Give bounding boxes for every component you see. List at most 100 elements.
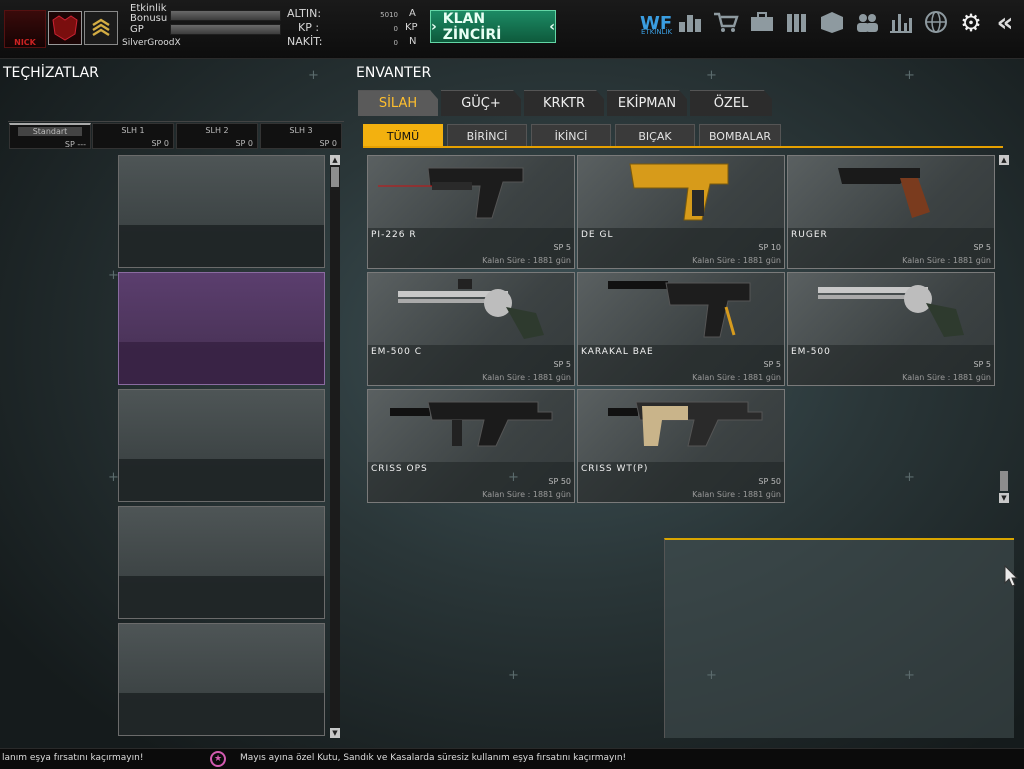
item-remaining-time: Kalan Süre : 1881 gün bbox=[692, 490, 781, 499]
revolver-scope-icon bbox=[398, 279, 544, 339]
loadout-tab-slh3[interactable]: SLH 3 SP 0 bbox=[260, 123, 342, 149]
golden-pistol-icon bbox=[629, 163, 729, 221]
inventory-item-pi226r[interactable]: PI-226 R SP 5 Kalan Süre : 1881 gün bbox=[367, 155, 575, 269]
globe-icon[interactable] bbox=[921, 10, 951, 36]
item-remaining-time: Kalan Süre : 1881 gün bbox=[482, 373, 571, 382]
inventory-briefcase-icon[interactable] bbox=[747, 10, 777, 36]
pistol-icon bbox=[378, 167, 524, 219]
event-bonus-label: Etkinlik Bonusu bbox=[130, 3, 168, 24]
subtab-secondary[interactable]: İKİNCİ bbox=[531, 124, 611, 148]
chevron-right-icon: › bbox=[431, 18, 437, 35]
cash-value: 0 bbox=[393, 39, 398, 47]
inventory-item-em500[interactable]: EM-500 SP 5 Kalan Süre : 1881 gün bbox=[787, 272, 995, 386]
gp-bar bbox=[170, 24, 281, 35]
plus-marker-icon: + bbox=[904, 470, 915, 485]
inventory-item-criss-wtp[interactable]: CRISS WT(P) SP 50 Kalan Süre : 1881 gün bbox=[577, 389, 785, 503]
rank-chevron-icon bbox=[84, 11, 118, 45]
crate-box-icon[interactable] bbox=[817, 10, 847, 36]
gold-label: ALTIN: bbox=[287, 7, 322, 20]
plus-marker-icon: + bbox=[108, 268, 119, 283]
left-divider bbox=[8, 121, 344, 122]
item-remaining-time: Kalan Süre : 1881 gün bbox=[482, 256, 571, 265]
subtab-primary[interactable]: BİRİNCİ bbox=[447, 124, 527, 148]
tab-equipment[interactable]: EKİPMAN bbox=[607, 90, 687, 116]
silenced-pistol-icon bbox=[608, 281, 751, 338]
item-name: CRISS OPS bbox=[371, 464, 428, 474]
equipment-slot-knife[interactable] bbox=[118, 389, 325, 502]
scroll-down-icon[interactable]: ▼ bbox=[999, 493, 1009, 503]
ammo-icon[interactable] bbox=[782, 10, 812, 36]
gp-label: GP bbox=[130, 24, 144, 35]
equipment-slot-primary[interactable] bbox=[118, 155, 325, 268]
cash-label: NAKİT: bbox=[287, 35, 323, 48]
scroll-thumb[interactable] bbox=[1000, 471, 1008, 491]
inventory-item-ruger[interactable]: RUGER SP 5 Kalan Süre : 1881 gün bbox=[787, 155, 995, 269]
friends-icon[interactable] bbox=[852, 10, 882, 36]
tab-name: Standart bbox=[18, 127, 82, 136]
game-logo: NICK bbox=[4, 10, 46, 48]
item-name: DE GL bbox=[581, 230, 614, 240]
back-arrow-icon[interactable]: « bbox=[990, 10, 1020, 36]
subtab-grenades[interactable]: BOMBALAR bbox=[699, 124, 781, 148]
inventory-scrollbar[interactable]: ▲ ▼ bbox=[999, 155, 1009, 503]
tab-special[interactable]: ÖZEL bbox=[690, 90, 772, 116]
tab-sp: SP --- bbox=[64, 140, 86, 149]
smg-icon bbox=[390, 401, 553, 447]
gold-unit: A bbox=[409, 8, 416, 19]
scroll-thumb[interactable] bbox=[331, 167, 339, 187]
clan-chain-label: KLAN ZİNCİRİ bbox=[442, 10, 502, 43]
equipment-title: TEÇHİZATLAR bbox=[3, 65, 99, 81]
equipment-slot-secondary[interactable] bbox=[118, 272, 325, 385]
inventory-item-karakal-bae[interactable]: KARAKAL BAE SP 5 Kalan Süre : 1881 gün bbox=[577, 272, 785, 386]
tab-character[interactable]: KRKTR bbox=[524, 90, 604, 116]
subtab-knife[interactable]: BIÇAK bbox=[615, 124, 695, 148]
equipment-slot-special[interactable] bbox=[118, 623, 325, 736]
tab-power[interactable]: GÜÇ+ bbox=[441, 90, 521, 116]
item-sp: SP 5 bbox=[553, 243, 571, 252]
ranking-bars-icon[interactable] bbox=[675, 10, 705, 36]
equipment-slot-grenade[interactable] bbox=[118, 506, 325, 619]
revolver-icon bbox=[818, 285, 964, 337]
loadout-tab-standard[interactable]: Standart SP --- bbox=[9, 123, 91, 149]
item-detail-panel bbox=[664, 538, 1014, 738]
item-sp: SP 5 bbox=[973, 243, 991, 252]
inventory-item-de-gl[interactable]: DE GL SP 10 Kalan Süre : 1881 gün bbox=[577, 155, 785, 269]
stats-chart-icon[interactable] bbox=[886, 10, 916, 36]
item-remaining-time: Kalan Süre : 1881 gün bbox=[902, 373, 991, 382]
plus-marker-icon: + bbox=[706, 668, 717, 683]
plus-marker-icon: + bbox=[308, 68, 319, 83]
item-sp: SP 5 bbox=[763, 360, 781, 369]
star-icon: ★ bbox=[210, 751, 226, 767]
mouse-cursor-icon bbox=[1004, 564, 1019, 587]
tab-sp: SP 0 bbox=[319, 139, 337, 148]
subtab-underline bbox=[363, 146, 1003, 148]
item-name: CRISS WT(P) bbox=[581, 464, 649, 474]
scroll-down-icon[interactable]: ▼ bbox=[330, 728, 340, 738]
clan-chain-button[interactable]: › KLAN ZİNCİRİ ‹ bbox=[430, 10, 556, 43]
settings-gear-icon[interactable]: ⚙ bbox=[956, 10, 986, 36]
tab-weapons[interactable]: SİLAH bbox=[358, 90, 438, 116]
scroll-up-icon[interactable]: ▲ bbox=[330, 155, 340, 165]
tab-sp: SP 0 bbox=[235, 139, 253, 148]
item-name: RUGER bbox=[791, 230, 828, 240]
inventory-item-em500c[interactable]: EM-500 C SP 5 Kalan Süre : 1881 gün bbox=[367, 272, 575, 386]
plus-marker-icon: + bbox=[904, 68, 915, 83]
plus-marker-icon: + bbox=[706, 68, 717, 83]
item-name: EM-500 bbox=[791, 347, 831, 357]
clan-emblem-icon[interactable] bbox=[48, 11, 82, 45]
ticker-text-main: Mayıs ayına özel Kutu, Sandık ve Kasalar… bbox=[240, 753, 627, 763]
shop-cart-icon[interactable] bbox=[711, 10, 741, 36]
username: SilverGroodX bbox=[122, 38, 181, 48]
kp-label: KP : bbox=[298, 21, 320, 34]
plus-marker-icon: + bbox=[508, 668, 519, 683]
loadout-tab-slh1[interactable]: SLH 1 SP 0 bbox=[92, 123, 174, 149]
subtab-all[interactable]: TÜMÜ bbox=[363, 124, 443, 148]
loadout-tab-slh2[interactable]: SLH 2 SP 0 bbox=[176, 123, 258, 149]
left-scrollbar[interactable]: ▲ ▼ bbox=[330, 155, 340, 738]
item-remaining-time: Kalan Süre : 1881 gün bbox=[692, 256, 781, 265]
kp-value: 0 bbox=[393, 25, 398, 33]
inventory-item-criss-ops[interactable]: CRISS OPS SP 50 Kalan Süre : 1881 gün bbox=[367, 389, 575, 503]
top-bar: NICK Etkinlik Bonusu GP SilverGroodX ALTI… bbox=[0, 0, 1024, 59]
item-sp: SP 50 bbox=[548, 477, 571, 486]
scroll-up-icon[interactable]: ▲ bbox=[999, 155, 1009, 165]
